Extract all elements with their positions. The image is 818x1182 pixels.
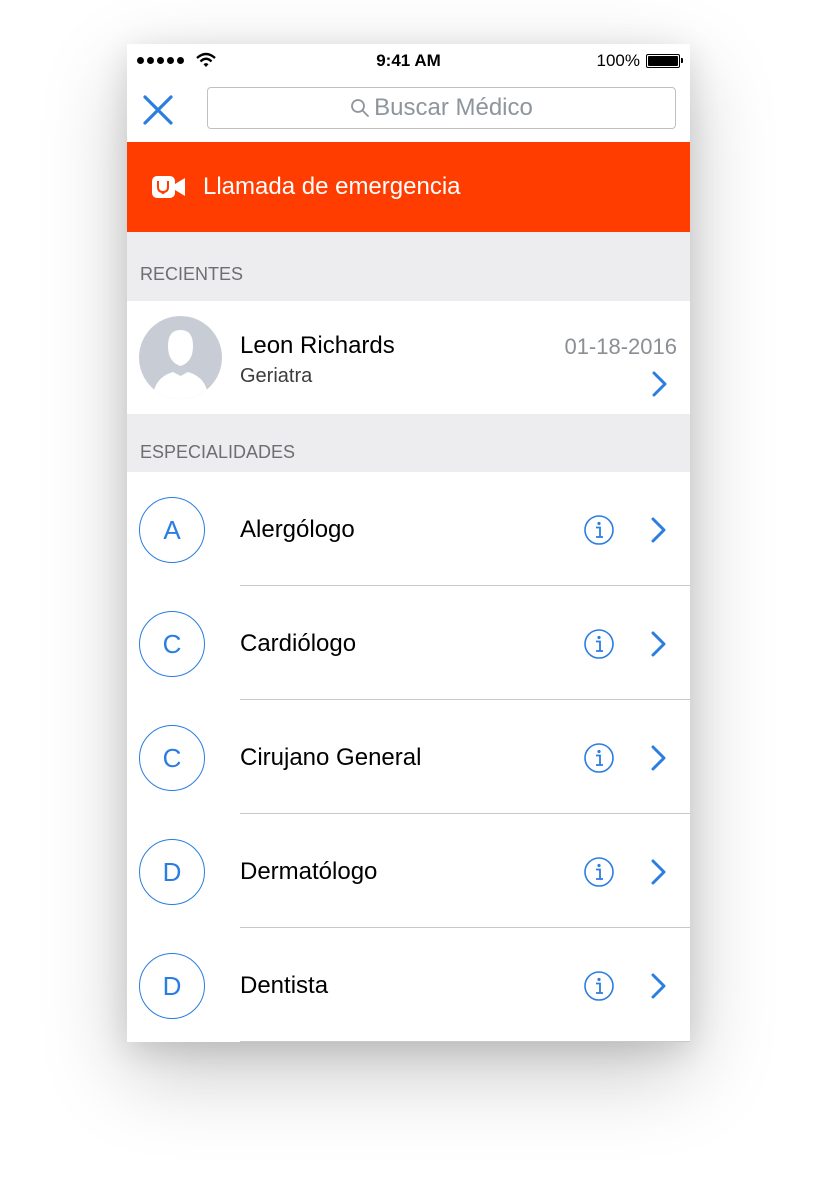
emergency-call-button[interactable]: Llamada de emergencia — [127, 142, 690, 232]
list-item[interactable]: D Dentista — [127, 928, 690, 1042]
recent-doctor-specialty: Geriatra — [240, 365, 313, 387]
status-bar: 9:41 AM 100% — [127, 44, 690, 80]
recent-doctor-name: Leon Richards — [240, 332, 395, 359]
navigation-bar: Buscar Médico — [127, 80, 690, 142]
list-item[interactable]: A Alergólogo — [127, 472, 690, 586]
specialty-list: A Alergólogo C Cardiólogo C Cirujano Gen… — [127, 472, 690, 1042]
battery-icon — [646, 54, 683, 68]
chevron-right-icon[interactable] — [651, 631, 667, 657]
specialty-name: Dermatólogo — [240, 858, 378, 885]
close-icon[interactable] — [140, 92, 176, 128]
letter-badge: A — [139, 497, 205, 563]
chevron-right-icon[interactable] — [652, 371, 668, 397]
specialty-name: Alergólogo — [240, 516, 355, 543]
list-item[interactable]: D Dermatólogo — [127, 814, 690, 928]
chevron-right-icon[interactable] — [651, 859, 667, 885]
list-item[interactable]: C Cirujano General — [127, 700, 690, 814]
recent-visit-date: 01-18-2016 — [564, 334, 677, 359]
chevron-right-icon[interactable] — [651, 517, 667, 543]
emergency-call-label: Llamada de emergencia — [203, 173, 461, 200]
recent-doctor-row[interactable]: Leon Richards Geriatra 01-18-2016 — [127, 301, 690, 414]
chevron-right-icon[interactable] — [651, 973, 667, 999]
section-header-recents: RECIENTES — [127, 232, 690, 301]
info-icon[interactable] — [583, 514, 615, 546]
list-item[interactable]: C Cardiólogo — [127, 586, 690, 700]
avatar — [139, 316, 222, 399]
specialty-name: Cirujano General — [240, 744, 422, 771]
video-call-icon — [152, 176, 185, 198]
info-icon[interactable] — [583, 742, 615, 774]
specialty-name: Dentista — [240, 972, 329, 999]
letter-badge: C — [139, 611, 205, 677]
search-icon — [351, 99, 370, 117]
search-placeholder: Buscar Médico — [374, 94, 533, 121]
battery-percentage: 100% — [596, 51, 640, 70]
info-icon[interactable] — [583, 628, 615, 660]
info-icon[interactable] — [583, 856, 615, 888]
letter-badge: D — [139, 839, 205, 905]
section-header-specialties: ESPECIALIDADES — [127, 414, 690, 472]
specialty-name: Cardiólogo — [240, 630, 357, 657]
phone-screen: 9:41 AM 100% Buscar Médico Llamada de em… — [127, 44, 690, 1042]
search-input[interactable]: Buscar Médico — [207, 87, 676, 129]
chevron-right-icon[interactable] — [651, 745, 667, 771]
info-icon[interactable] — [583, 970, 615, 1002]
letter-badge: C — [139, 725, 205, 791]
letter-badge: D — [139, 953, 205, 1019]
avatar-placeholder-icon — [153, 330, 208, 399]
